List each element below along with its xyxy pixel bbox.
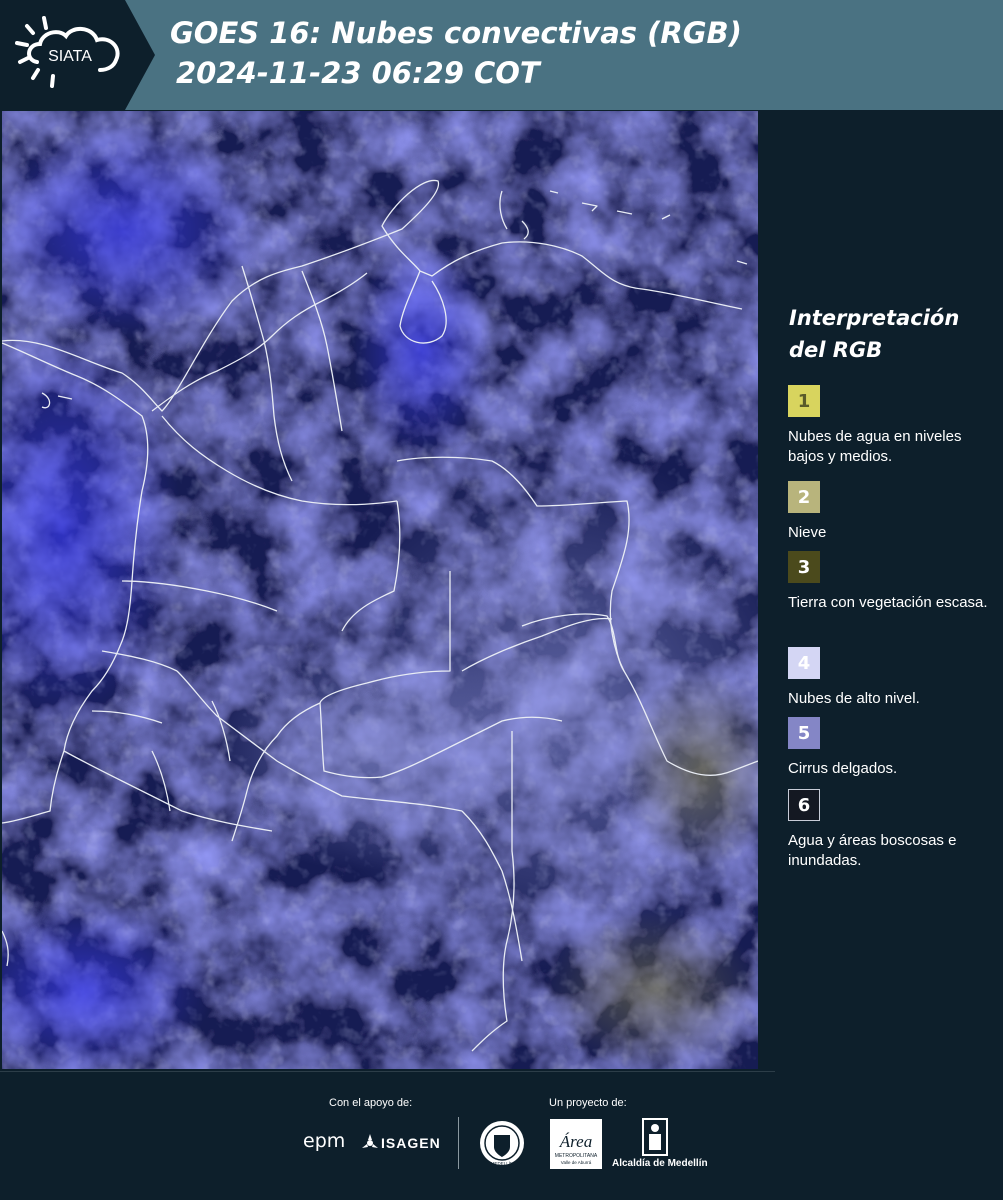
isagen-icon xyxy=(362,1134,378,1148)
legend-swatch-4: 4 xyxy=(788,647,820,679)
legend-item: 6 Agua y áreas boscosas e inundadas. xyxy=(788,789,988,871)
alcaldia-label: Alcaldía de Medellín xyxy=(612,1158,708,1169)
legend-label: Nubes de alto nivel. xyxy=(788,690,920,707)
legend-label: Nieve xyxy=(788,524,827,541)
medellin-seal-icon: MEDELLÍN xyxy=(480,1121,524,1166)
isagen-logo: ISAGEN xyxy=(381,1135,441,1151)
area-logo-sub1: METROPOLITANA xyxy=(555,1153,598,1159)
legend-swatch-2: 2 xyxy=(788,481,820,513)
legend-title: Interpretación del RGB xyxy=(789,302,989,366)
project-label: Un proyecto de: xyxy=(549,1097,627,1109)
legend-swatch-5: 5 xyxy=(788,717,820,749)
seal-text: MEDELLÍN xyxy=(491,1160,514,1166)
area-logo-text: Área xyxy=(559,1132,592,1151)
header-bar: SIATA GOES 16: Nubes convectivas (RGB) 2… xyxy=(0,0,1003,110)
satellite-map xyxy=(2,111,758,1069)
logo-text: SIATA xyxy=(48,48,92,65)
legend-title-line2: del RGB xyxy=(789,338,883,362)
footer-divider xyxy=(0,1071,775,1072)
legend-label: Agua y áreas boscosas e inundadas. xyxy=(788,832,957,869)
legend-item: 2 Nieve xyxy=(788,481,988,543)
support-label: Con el apoyo de: xyxy=(329,1097,413,1109)
legend-swatch-3: 3 xyxy=(788,551,820,583)
legend-item: 1 Nubes de agua en niveles bajos y medio… xyxy=(788,385,988,467)
legend-item: 5 Cirrus delgados. xyxy=(788,717,988,779)
page-subtitle-timestamp: 2024-11-23 06:29 COT xyxy=(176,56,540,90)
legend-item: 3 Tierra con vegetación escasa. xyxy=(788,551,988,613)
legend-title-line1: Interpretación xyxy=(789,306,960,330)
footer-vertical-divider xyxy=(458,1117,459,1169)
legend-label: Cirrus delgados. xyxy=(788,760,898,777)
area-logo-sub2: Valle de Aburrá xyxy=(561,1160,592,1165)
legend-swatch-6: 6 xyxy=(788,789,820,821)
epm-logo: epm xyxy=(303,1130,346,1152)
legend-swatch-1: 1 xyxy=(788,385,820,417)
legend-label: Nubes de agua en niveles bajos y medios. xyxy=(788,428,962,465)
alcaldia-shield-icon xyxy=(642,1118,668,1156)
page-title: GOES 16: Nubes convectivas (RGB) xyxy=(170,16,742,50)
legend-label: Tierra con vegetación escasa. xyxy=(788,594,988,611)
siata-logo: SIATA xyxy=(0,0,155,110)
area-metropolitana-logo: Área METROPOLITANA Valle de Aburrá xyxy=(550,1119,602,1169)
legend-item: 4 Nubes de alto nivel. xyxy=(788,647,988,709)
